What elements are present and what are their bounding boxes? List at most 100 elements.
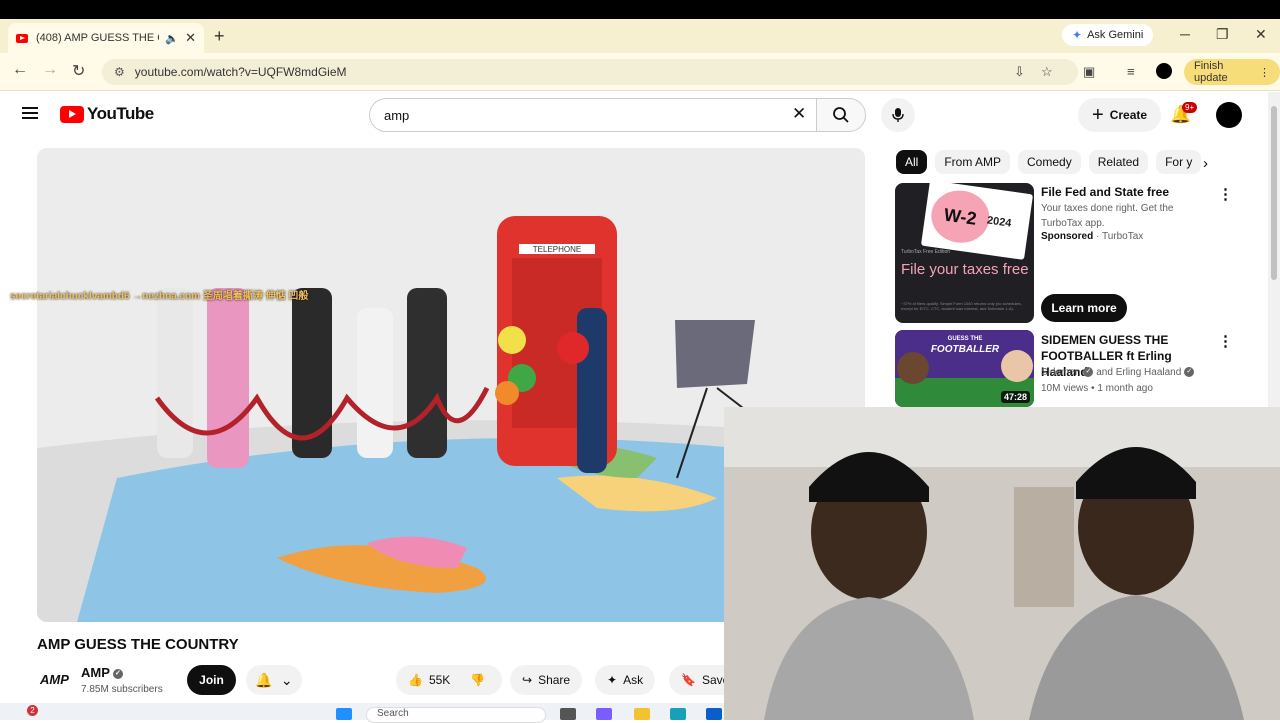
webcam-overlay <box>724 407 1280 720</box>
w2-year: 2024 <box>986 214 1013 230</box>
youtube-play-icon <box>60 105 84 123</box>
rec-meta: 10M views • 1 month ago <box>1041 383 1153 394</box>
file-explorer-icon[interactable] <box>634 708 650 720</box>
rec-channel[interactable]: Sidemen <box>1041 367 1080 378</box>
chip-from-amp[interactable]: From AMP <box>935 150 1011 174</box>
finish-update-label: Finish update <box>1194 60 1228 84</box>
thumbs-down-icon[interactable]: 👎 <box>470 673 485 687</box>
share-label: Share <box>538 673 571 687</box>
save-button[interactable]: 🔖 Save <box>669 665 724 695</box>
menu-kebab-icon[interactable]: ⋮ <box>1259 66 1270 79</box>
address-row: ← → ↻ ⚙ youtube.com/watch?v=UQFW8mdGieM … <box>0 53 1280 91</box>
channel-name-wrap[interactable]: AMP ✓ <box>81 665 123 680</box>
active-tab[interactable]: (408) AMP GUESS THE COU 🔈 ✕ <box>8 23 204 53</box>
ask-gemini-label: Ask Gemini <box>1087 29 1144 41</box>
speaker-icon[interactable]: 🔈 <box>165 32 179 45</box>
chip-related[interactable]: Related <box>1088 150 1149 174</box>
reading-mode-icon[interactable]: ▣ <box>1083 64 1095 80</box>
clear-search-icon[interactable]: ✕ <box>792 104 806 124</box>
account-avatar[interactable] <box>1216 102 1242 128</box>
bell-icon: 🔔 <box>255 671 273 688</box>
search-input[interactable]: amp <box>369 98 816 132</box>
search-icon <box>833 107 849 123</box>
join-button[interactable]: Join <box>187 665 236 695</box>
ad-title[interactable]: File Fed and State free <box>1041 185 1169 199</box>
ad-thumb-fineprint: ~37% of filers qualify. Simple Form 1040… <box>901 301 1022 311</box>
scrollbar-thumb[interactable] <box>1271 106 1277 280</box>
url-text: youtube.com/watch?v=UQFW8mdGieM <box>134 65 347 79</box>
ad-sponsored-line: Sponsored · TurboTax <box>1041 231 1144 242</box>
like-dislike-group: 👍 55K 👎 <box>396 665 502 695</box>
bookmark-star-icon[interactable]: ☆ <box>1041 64 1053 80</box>
rec-thumb-line2: FOOTBALLER <box>931 344 1000 355</box>
menu-hamburger-icon[interactable] <box>22 107 38 119</box>
related-filter-chips: All From AMP Comedy Related For y <box>896 150 1202 174</box>
edge-icon[interactable] <box>670 708 686 720</box>
ad-thumb-headline: File your taxes free <box>901 261 1029 278</box>
media-controls-icon[interactable]: ≡ <box>1127 64 1135 79</box>
reload-icon[interactable]: ↻ <box>72 61 85 81</box>
restore-icon[interactable]: ❐ <box>1216 26 1229 43</box>
screen-top-bar <box>0 0 1280 19</box>
chevron-right-icon[interactable]: › <box>1203 155 1208 172</box>
share-icon: ↪ <box>522 673 533 687</box>
ad-more-icon[interactable]: ⋮ <box>1218 185 1233 203</box>
close-tab-icon[interactable]: ✕ <box>185 30 196 46</box>
bookmark-icon: 🔖 <box>681 673 696 687</box>
chip-all[interactable]: All <box>896 150 928 174</box>
site-info-icon[interactable]: ⚙ <box>114 65 125 79</box>
channel-name[interactable]: AMP <box>81 665 110 680</box>
back-icon[interactable]: ← <box>12 61 28 79</box>
share-button[interactable]: ↪ Share <box>510 665 583 695</box>
voice-search-button[interactable] <box>881 98 915 132</box>
task-view-icon[interactable] <box>560 708 576 720</box>
rec-collab[interactable]: and Erling Haaland <box>1096 367 1181 378</box>
taskbar-badge: 2 <box>27 705 38 716</box>
thumbs-up-icon[interactable]: 👍 <box>408 673 423 687</box>
forward-icon[interactable]: → <box>42 61 58 79</box>
profile-avatar[interactable] <box>1156 63 1172 79</box>
ask-button[interactable]: ✦ Ask <box>595 665 656 695</box>
copilot-icon[interactable] <box>596 708 612 720</box>
verified-icon: ✓ <box>112 668 123 679</box>
ask-gemini-button[interactable]: ✦ Ask Gemini <box>1062 24 1154 46</box>
advertiser-name: TurboTax <box>1101 231 1144 242</box>
booth-sign: TELEPHONE <box>533 245 581 254</box>
search-value: amp <box>384 107 410 123</box>
overlay-text: secretarialchucklvambd6 →nezhna.com 圣周唱着… <box>10 291 309 302</box>
chip-for-you[interactable]: For y <box>1156 150 1202 174</box>
sparkle-icon: ✦ <box>607 673 618 687</box>
address-bar[interactable]: ⚙ youtube.com/watch?v=UQFW8mdGieM <box>102 59 1078 85</box>
ad-description: Your taxes done right. Get the TurboTax … <box>1041 203 1174 229</box>
search-button[interactable] <box>816 98 866 132</box>
windows-start-icon[interactable] <box>336 708 352 720</box>
close-window-icon[interactable]: ✕ <box>1255 26 1267 43</box>
youtube-wordmark: YouTube <box>87 104 154 123</box>
subscriber-count: 7.85M subscribers <box>81 684 163 695</box>
install-app-icon[interactable]: ⇩ <box>1014 64 1025 80</box>
rec-age: 1 month ago <box>1097 383 1153 394</box>
recommended-thumbnail[interactable]: GUESS THE FOOTBALLER 47:28 <box>895 330 1034 407</box>
learn-more-button[interactable]: Learn more <box>1041 294 1127 322</box>
ask-label: Ask <box>623 673 644 687</box>
new-tab-button[interactable]: + <box>214 26 225 47</box>
create-button[interactable]: + Create <box>1078 98 1162 132</box>
store-icon[interactable] <box>706 708 722 720</box>
finish-update-button[interactable]: Finish update ⋮ <box>1184 59 1280 85</box>
notification-badge: 9+ <box>1182 102 1198 113</box>
subscribed-bell-button[interactable]: 🔔 ⌄ <box>246 665 302 695</box>
chip-comedy[interactable]: Comedy <box>1018 150 1081 174</box>
sponsored-label: Sponsored <box>1041 231 1094 242</box>
rec-more-icon[interactable]: ⋮ <box>1218 332 1233 350</box>
webcam-frame <box>724 407 1280 720</box>
minimize-icon[interactable]: ─ <box>1180 26 1190 42</box>
channel-logo[interactable]: AMP <box>40 672 69 687</box>
ad-thumbnail[interactable]: W-2 2024 TurboTax Free Edition File your… <box>895 183 1034 323</box>
like-count[interactable]: 55K <box>429 673 450 687</box>
verified-icon: ✓ <box>1083 367 1094 378</box>
youtube-logo[interactable]: YouTube <box>60 104 154 124</box>
rec-thumb-line1: GUESS THE <box>948 336 983 342</box>
microphone-icon <box>892 108 904 122</box>
taskbar-search[interactable]: Search <box>366 707 546 723</box>
w2-label: W-2 <box>927 186 993 247</box>
